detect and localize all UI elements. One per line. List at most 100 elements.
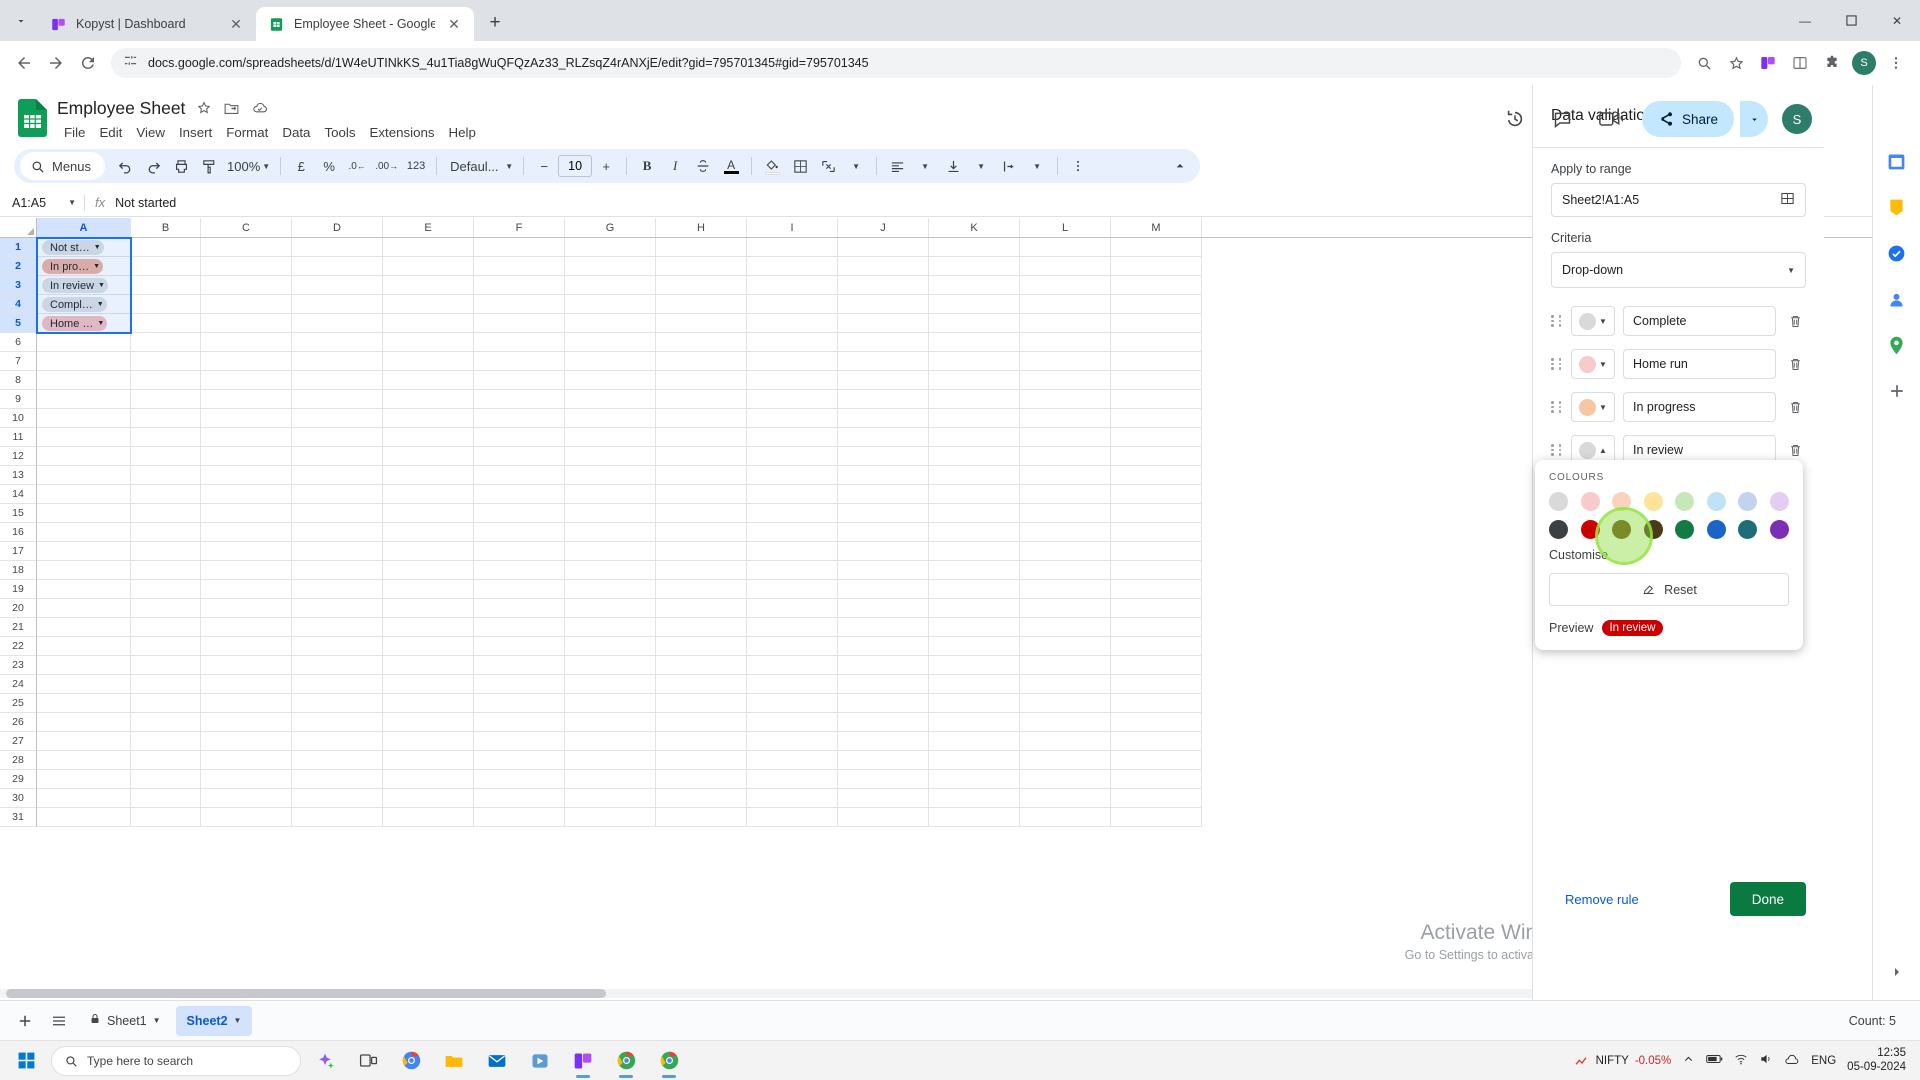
cell-H9[interactable] [656, 390, 747, 409]
cell-L30[interactable] [1020, 789, 1111, 808]
decrease-font-size-button[interactable]: − [530, 152, 558, 180]
cell-B22[interactable] [131, 637, 201, 656]
cell-G29[interactable] [565, 770, 656, 789]
cell-G28[interactable] [565, 751, 656, 770]
cell-E22[interactable] [383, 637, 474, 656]
cell-E30[interactable] [383, 789, 474, 808]
cell-L29[interactable] [1020, 770, 1111, 789]
row-header-1[interactable]: 1 [0, 238, 37, 257]
cell-E12[interactable] [383, 447, 474, 466]
cell-A20[interactable] [37, 599, 131, 618]
delete-rule-icon[interactable] [1784, 439, 1806, 461]
cell-G5[interactable] [565, 314, 656, 333]
cell-K7[interactable] [929, 352, 1020, 371]
cell-M12[interactable] [1111, 447, 1202, 466]
row-header-10[interactable]: 10 [0, 409, 37, 428]
row-header-12[interactable]: 12 [0, 447, 37, 466]
cell-M19[interactable] [1111, 580, 1202, 599]
cell-I16[interactable] [747, 523, 838, 542]
cell-J31[interactable] [838, 808, 929, 827]
star-icon[interactable] [196, 100, 212, 116]
cell-J30[interactable] [838, 789, 929, 808]
cell-G9[interactable] [565, 390, 656, 409]
column-header-C[interactable]: C [201, 218, 292, 237]
cell-I24[interactable] [747, 675, 838, 694]
cell-F11[interactable] [474, 428, 565, 447]
cell-L6[interactable] [1020, 333, 1111, 352]
mail-icon[interactable] [478, 1043, 516, 1079]
rule-value-input[interactable]: In progress [1623, 392, 1776, 422]
cell-A3[interactable]: In review ▼ [37, 276, 131, 295]
cell-M6[interactable] [1111, 333, 1202, 352]
cell-B30[interactable] [131, 789, 201, 808]
cell-K8[interactable] [929, 371, 1020, 390]
cell-C20[interactable] [201, 599, 292, 618]
row-header-31[interactable]: 31 [0, 808, 37, 827]
cell-F31[interactable] [474, 808, 565, 827]
version-history-icon[interactable] [1498, 102, 1532, 136]
cell-C29[interactable] [201, 770, 292, 789]
redo-button[interactable] [139, 152, 167, 180]
wrap-caret[interactable]: ▼ [1023, 152, 1051, 180]
cell-C5[interactable] [201, 314, 292, 333]
cell-D27[interactable] [292, 732, 383, 751]
cell-A30[interactable] [37, 789, 131, 808]
cell-A22[interactable] [37, 637, 131, 656]
row-header-16[interactable]: 16 [0, 523, 37, 542]
cell-E10[interactable] [383, 409, 474, 428]
cell-G2[interactable] [565, 257, 656, 276]
cell-E8[interactable] [383, 371, 474, 390]
cell-L31[interactable] [1020, 808, 1111, 827]
menu-item-file[interactable]: File [57, 122, 92, 143]
criteria-select[interactable]: Drop-down ▼ [1551, 252, 1806, 288]
cell-C23[interactable] [201, 656, 292, 675]
column-header-J[interactable]: J [838, 218, 929, 237]
cell-J3[interactable] [838, 276, 929, 295]
cell-K6[interactable] [929, 333, 1020, 352]
cell-F30[interactable] [474, 789, 565, 808]
cell-I15[interactable] [747, 504, 838, 523]
cell-I28[interactable] [747, 751, 838, 770]
cell-D28[interactable] [292, 751, 383, 770]
cell-J6[interactable] [838, 333, 929, 352]
column-header-H[interactable]: H [656, 218, 747, 237]
row-header-28[interactable]: 28 [0, 751, 37, 770]
cell-J19[interactable] [838, 580, 929, 599]
cell-I17[interactable] [747, 542, 838, 561]
cell-A8[interactable] [37, 371, 131, 390]
cell-H10[interactable] [656, 409, 747, 428]
valign-caret[interactable]: ▼ [967, 152, 995, 180]
cell-B3[interactable] [131, 276, 201, 295]
cell-E18[interactable] [383, 561, 474, 580]
cell-M10[interactable] [1111, 409, 1202, 428]
done-button[interactable]: Done [1729, 882, 1806, 916]
cell-C22[interactable] [201, 637, 292, 656]
text-color-button[interactable]: A [717, 152, 745, 180]
reload-icon[interactable] [73, 48, 103, 78]
cell-G8[interactable] [565, 371, 656, 390]
chevron-down-icon[interactable]: ▼ [97, 301, 104, 308]
cell-M23[interactable] [1111, 656, 1202, 675]
cell-A13[interactable] [37, 466, 131, 485]
cell-A23[interactable] [37, 656, 131, 675]
collapse-toolbar-button[interactable] [1166, 152, 1194, 180]
browser-tab-kopyst[interactable]: Kopyst | Dashboard ✕ [38, 7, 256, 41]
cell-L2[interactable] [1020, 257, 1111, 276]
minimize-button[interactable]: — [1782, 0, 1828, 41]
menu-item-format[interactable]: Format [219, 122, 275, 143]
cell-H30[interactable] [656, 789, 747, 808]
split-screen-icon[interactable] [1785, 48, 1815, 78]
cell-C26[interactable] [201, 713, 292, 732]
row-header-17[interactable]: 17 [0, 542, 37, 561]
cell-B7[interactable] [131, 352, 201, 371]
clock[interactable]: 12:35 05-09-2024 [1847, 1047, 1906, 1073]
cell-B27[interactable] [131, 732, 201, 751]
cell-M28[interactable] [1111, 751, 1202, 770]
chrome-icon[interactable] [650, 1043, 688, 1079]
cell-L11[interactable] [1020, 428, 1111, 447]
row-header-9[interactable]: 9 [0, 390, 37, 409]
cell-E15[interactable] [383, 504, 474, 523]
cell-F3[interactable] [474, 276, 565, 295]
cell-F15[interactable] [474, 504, 565, 523]
row-header-20[interactable]: 20 [0, 599, 37, 618]
